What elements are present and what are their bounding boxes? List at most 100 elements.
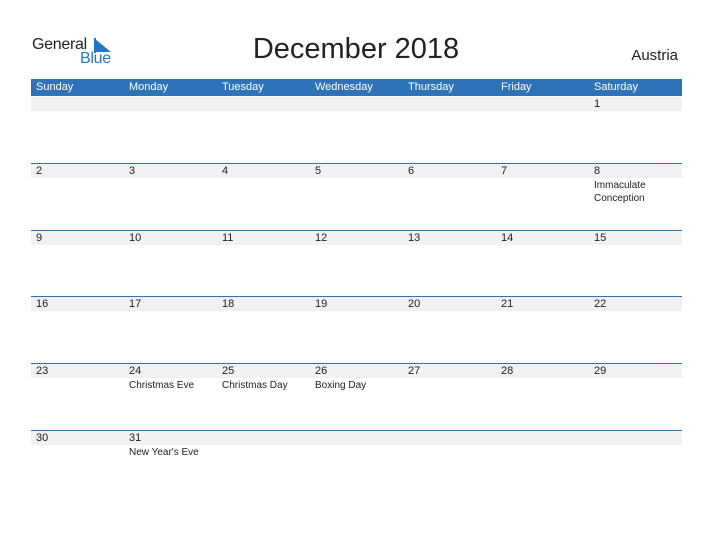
- day-cell: 5: [310, 164, 403, 230]
- holiday-label: Immaculate Conception: [594, 180, 646, 204]
- day-cell: [31, 97, 124, 163]
- day-cell: [310, 97, 403, 163]
- day-number: [124, 97, 217, 111]
- day-number: 30: [31, 431, 124, 445]
- day-cell: 8 Immaculate Conception: [589, 164, 682, 230]
- day-number: [217, 97, 310, 111]
- day-cell: [496, 97, 589, 163]
- day-number: 7: [496, 164, 589, 178]
- day-number: 10: [124, 231, 217, 245]
- day-number: 6: [403, 164, 496, 178]
- day-number: 31: [124, 431, 217, 445]
- day-cell: 28: [496, 364, 589, 430]
- day-number: 11: [217, 231, 310, 245]
- day-number: [403, 97, 496, 111]
- day-number: [31, 97, 124, 111]
- day-number: [310, 431, 403, 445]
- weekday-monday: Monday: [129, 81, 169, 93]
- day-number: 2: [31, 164, 124, 178]
- day-cell: 22: [589, 297, 682, 363]
- day-cell: [589, 431, 682, 497]
- day-number: 16: [31, 297, 124, 311]
- day-cell: 4: [217, 164, 310, 230]
- day-cell: 17: [124, 297, 217, 363]
- holiday-label: Boxing Day: [315, 380, 367, 391]
- day-number: 8: [589, 164, 682, 178]
- day-cell: [124, 97, 217, 163]
- day-cell: 24 Christmas Eve: [124, 364, 217, 430]
- day-number: 21: [496, 297, 589, 311]
- day-number: [217, 431, 310, 445]
- day-cell: 3: [124, 164, 217, 230]
- day-cell: [217, 97, 310, 163]
- day-cell: [496, 431, 589, 497]
- day-number: 18: [217, 297, 310, 311]
- day-cell: 27: [403, 364, 496, 430]
- day-cell: 6: [403, 164, 496, 230]
- day-cell: 13: [403, 231, 496, 297]
- day-number: 28: [496, 364, 589, 378]
- weekday-sunday: Sunday: [36, 81, 74, 93]
- day-cell: 26 Boxing Day: [310, 364, 403, 430]
- day-cell: 29: [589, 364, 682, 430]
- week-row: 16 17 18 19 20 21 22: [31, 296, 682, 363]
- day-cell: 12: [310, 231, 403, 297]
- day-number: 25: [217, 364, 310, 378]
- day-number: [403, 431, 496, 445]
- day-number: 27: [403, 364, 496, 378]
- day-cell: 15: [589, 231, 682, 297]
- day-cell: 10: [124, 231, 217, 297]
- day-number: 24: [124, 364, 217, 378]
- day-number: 4: [217, 164, 310, 178]
- day-number: 15: [589, 231, 682, 245]
- day-number: [310, 97, 403, 111]
- day-cell: 21: [496, 297, 589, 363]
- day-cell: 19: [310, 297, 403, 363]
- weekday-saturday: Saturday: [594, 81, 639, 93]
- week-row: 1: [31, 97, 682, 163]
- day-number: 23: [31, 364, 124, 378]
- day-cell: 7: [496, 164, 589, 230]
- day-number: [496, 431, 589, 445]
- day-number: 9: [31, 231, 124, 245]
- day-number: 26: [310, 364, 403, 378]
- day-cell: [217, 431, 310, 497]
- weekday-thursday: Thursday: [408, 81, 454, 93]
- day-cell: 16: [31, 297, 124, 363]
- holiday-label: Christmas Day: [222, 380, 288, 391]
- day-number: 22: [589, 297, 682, 311]
- day-number: 14: [496, 231, 589, 245]
- day-cell: 9: [31, 231, 124, 297]
- day-number: 12: [310, 231, 403, 245]
- weekday-friday: Friday: [501, 81, 532, 93]
- day-cell: 11: [217, 231, 310, 297]
- day-cell: 14: [496, 231, 589, 297]
- weekday-header: Sunday Monday Tuesday Wednesday Thursday…: [31, 79, 682, 96]
- week-row: 9 10 11 12 13 14 15: [31, 230, 682, 297]
- day-number: 1: [589, 97, 682, 111]
- day-cell: [310, 431, 403, 497]
- day-cell: 1: [589, 97, 682, 163]
- week-row: 30 31 New Year's Eve: [31, 430, 682, 497]
- day-cell: [403, 431, 496, 497]
- day-cell: 30: [31, 431, 124, 497]
- day-number: 3: [124, 164, 217, 178]
- day-number: [496, 97, 589, 111]
- day-cell: 2: [31, 164, 124, 230]
- day-number: 19: [310, 297, 403, 311]
- day-cell: 18: [217, 297, 310, 363]
- day-number: [589, 431, 682, 445]
- holiday-label: New Year's Eve: [129, 447, 199, 458]
- country-label: Austria: [631, 47, 678, 64]
- day-number: 13: [403, 231, 496, 245]
- day-cell: [403, 97, 496, 163]
- holiday-label: Christmas Eve: [129, 380, 195, 391]
- day-number: 5: [310, 164, 403, 178]
- day-number: 20: [403, 297, 496, 311]
- weekday-wednesday: Wednesday: [315, 81, 373, 93]
- day-cell: 25 Christmas Day: [217, 364, 310, 430]
- week-row: 2 3 4 5 6 7 8 Immaculate Conception: [31, 163, 682, 230]
- day-cell: 23: [31, 364, 124, 430]
- day-cell: 20: [403, 297, 496, 363]
- day-number: 29: [589, 364, 682, 378]
